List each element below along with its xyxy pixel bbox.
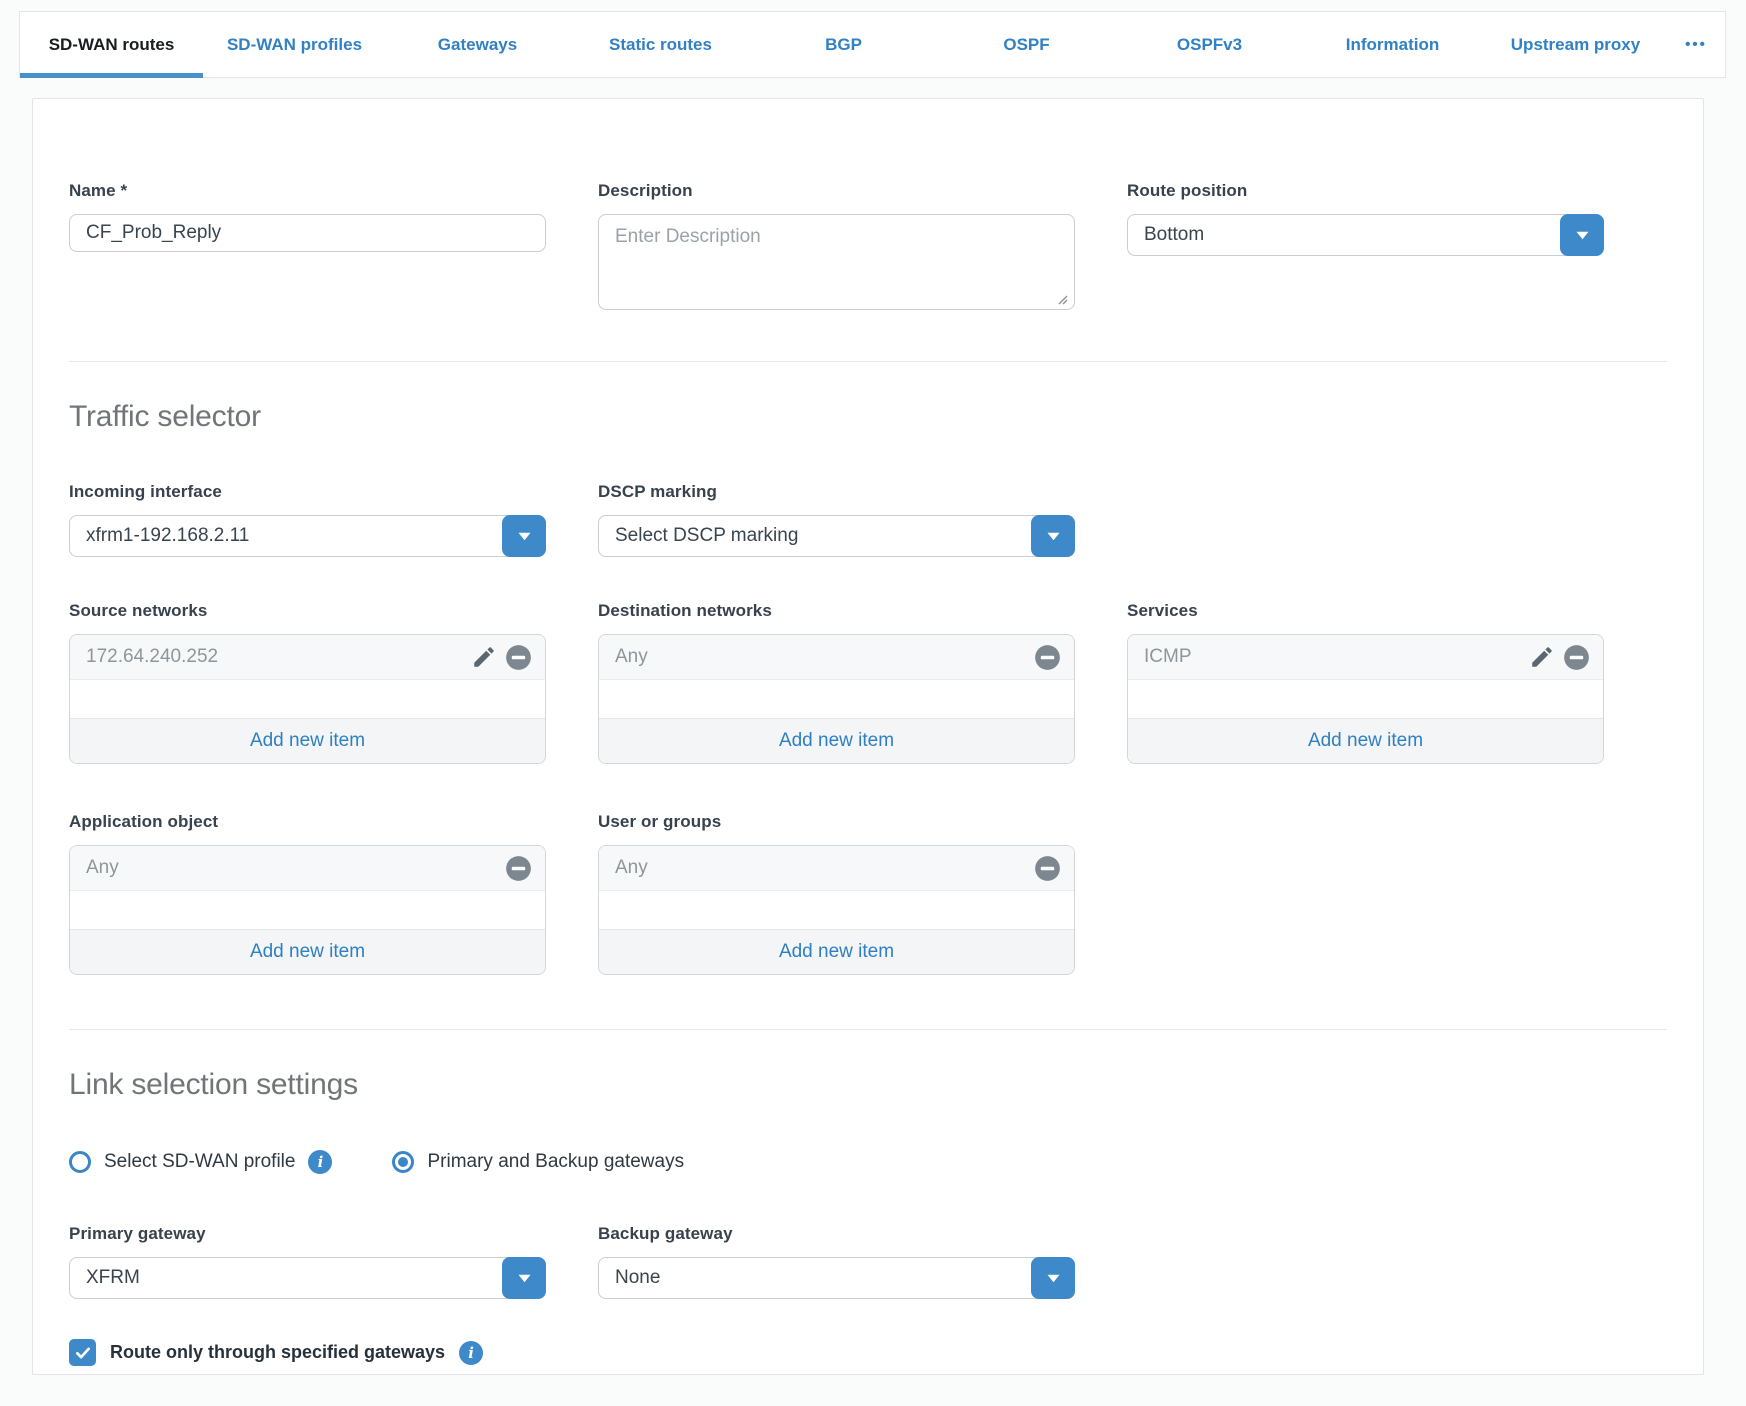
chevron-down-icon[interactable]	[502, 1257, 546, 1299]
incoming-interface-select[interactable]: xfrm1-192.168.2.11	[69, 515, 546, 557]
user-or-groups-field-group: User or groups Any Add new item	[598, 812, 1075, 975]
list-item: Any	[599, 635, 1074, 680]
top-tab-bar: SD-WAN routes SD-WAN profiles Gateways S…	[19, 11, 1726, 78]
destination-networks-field-group: Destination networks Any Add new item	[598, 601, 1075, 764]
list-item: ICMP	[1128, 635, 1603, 680]
add-new-item-button[interactable]: Add new item	[599, 929, 1074, 974]
source-networks-field-group: Source networks 172.64.240.252 Add new i…	[69, 601, 546, 764]
chevron-down-icon[interactable]	[502, 515, 546, 557]
name-field-group: Name *	[69, 181, 546, 315]
description-textarea[interactable]	[598, 214, 1075, 310]
list-item-text: ICMP	[1144, 646, 1529, 668]
description-label: Description	[598, 181, 1075, 201]
route-only-checkbox-row: Route only through specified gateways i	[69, 1339, 1667, 1406]
incoming-interface-field-group: Incoming interface xfrm1-192.168.2.11	[69, 482, 546, 557]
primary-gateway-field-group: Primary gateway XFRM	[69, 1224, 546, 1299]
primary-gateway-select[interactable]: XFRM	[69, 1257, 546, 1299]
add-new-item-button[interactable]: Add new item	[70, 929, 545, 974]
application-object-listbox: Any Add new item	[69, 845, 546, 975]
checkbox-checked-icon[interactable]	[69, 1339, 96, 1366]
radio-icon[interactable]	[392, 1151, 414, 1173]
backup-gateway-field-group: Backup gateway None	[598, 1224, 1075, 1299]
destination-networks-listbox: Any Add new item	[598, 634, 1075, 764]
list-item-text: Any	[615, 646, 1034, 668]
remove-minus-icon[interactable]	[1563, 644, 1590, 671]
remove-minus-icon[interactable]	[505, 855, 532, 882]
tab-information[interactable]: Information	[1301, 12, 1484, 77]
list-item: 172.64.240.252	[70, 635, 545, 680]
name-input[interactable]	[69, 214, 546, 252]
section-divider	[69, 361, 1667, 362]
description-field-group: Description	[598, 181, 1075, 315]
radio-label: Primary and Backup gateways	[427, 1151, 684, 1173]
remove-minus-icon[interactable]	[1034, 644, 1061, 671]
radio-primary-backup-gateways[interactable]: Primary and Backup gateways	[392, 1151, 684, 1173]
route-position-value: Bottom	[1144, 224, 1204, 246]
source-networks-listbox: 172.64.240.252 Add new item	[69, 634, 546, 764]
incoming-interface-label: Incoming interface	[69, 482, 546, 502]
destination-networks-label: Destination networks	[598, 601, 1075, 621]
radio-icon[interactable]	[69, 1151, 91, 1173]
application-object-field-group: Application object Any Add new item	[69, 812, 546, 975]
list-item-text: Any	[86, 857, 505, 879]
resize-handle-icon[interactable]	[1054, 291, 1068, 305]
chevron-down-icon[interactable]	[1560, 214, 1604, 256]
list-item: Any	[70, 846, 545, 891]
link-selection-heading: Link selection settings	[69, 1068, 1667, 1102]
application-object-label: Application object	[69, 812, 546, 832]
user-or-groups-listbox: Any Add new item	[598, 845, 1075, 975]
sdwan-route-form-card: Name * Description Route position Bottom	[32, 98, 1704, 1375]
add-new-item-button[interactable]: Add new item	[599, 718, 1074, 763]
user-or-groups-label: User or groups	[598, 812, 1075, 832]
route-position-select[interactable]: Bottom	[1127, 214, 1604, 256]
link-selection-radio-row: Select SD-WAN profile i Primary and Back…	[69, 1150, 1667, 1174]
section-divider	[69, 1029, 1667, 1030]
route-only-checkbox-label: Route only through specified gateways	[110, 1342, 445, 1363]
tab-gateways[interactable]: Gateways	[386, 12, 569, 77]
dscp-marking-value: Select DSCP marking	[615, 525, 798, 547]
list-item: Any	[599, 846, 1074, 891]
services-field-group: Services ICMP Add new item	[1127, 601, 1604, 764]
tab-sdwan-profiles[interactable]: SD-WAN profiles	[203, 12, 386, 77]
list-item-text: Any	[615, 857, 1034, 879]
radio-label: Select SD-WAN profile	[104, 1151, 295, 1173]
tab-sdwan-routes[interactable]: SD-WAN routes	[20, 12, 203, 77]
edit-pencil-icon[interactable]	[1529, 644, 1555, 670]
remove-minus-icon[interactable]	[1034, 855, 1061, 882]
backup-gateway-value: None	[615, 1267, 660, 1289]
tab-upstream-proxy[interactable]: Upstream proxy	[1484, 12, 1667, 77]
route-position-field-group: Route position Bottom	[1127, 181, 1604, 315]
traffic-selector-heading: Traffic selector	[69, 400, 1667, 434]
route-position-label: Route position	[1127, 181, 1604, 201]
list-item-text: 172.64.240.252	[86, 646, 471, 668]
remove-minus-icon[interactable]	[505, 644, 532, 671]
info-icon[interactable]: i	[459, 1341, 483, 1365]
services-listbox: ICMP Add new item	[1127, 634, 1604, 764]
tab-ospfv3[interactable]: OSPFv3	[1118, 12, 1301, 77]
primary-gateway-label: Primary gateway	[69, 1224, 546, 1244]
name-label: Name *	[69, 181, 546, 201]
incoming-interface-value: xfrm1-192.168.2.11	[86, 525, 249, 547]
primary-gateway-value: XFRM	[86, 1267, 140, 1289]
add-new-item-button[interactable]: Add new item	[1128, 718, 1603, 763]
backup-gateway-label: Backup gateway	[598, 1224, 1075, 1244]
dscp-marking-label: DSCP marking	[598, 482, 1075, 502]
source-networks-label: Source networks	[69, 601, 546, 621]
info-icon[interactable]: i	[308, 1150, 332, 1174]
edit-pencil-icon[interactable]	[471, 644, 497, 670]
backup-gateway-select[interactable]: None	[598, 1257, 1075, 1299]
more-tabs-icon[interactable]: •••	[1667, 12, 1725, 77]
add-new-item-button[interactable]: Add new item	[70, 718, 545, 763]
chevron-down-icon[interactable]	[1031, 1257, 1075, 1299]
services-label: Services	[1127, 601, 1604, 621]
dscp-marking-field-group: DSCP marking Select DSCP marking	[598, 482, 1075, 557]
tab-ospf[interactable]: OSPF	[935, 12, 1118, 77]
tab-static-routes[interactable]: Static routes	[569, 12, 752, 77]
radio-select-sdwan-profile[interactable]: Select SD-WAN profile i	[69, 1150, 332, 1174]
tab-bgp[interactable]: BGP	[752, 12, 935, 77]
chevron-down-icon[interactable]	[1031, 515, 1075, 557]
dscp-marking-select[interactable]: Select DSCP marking	[598, 515, 1075, 557]
